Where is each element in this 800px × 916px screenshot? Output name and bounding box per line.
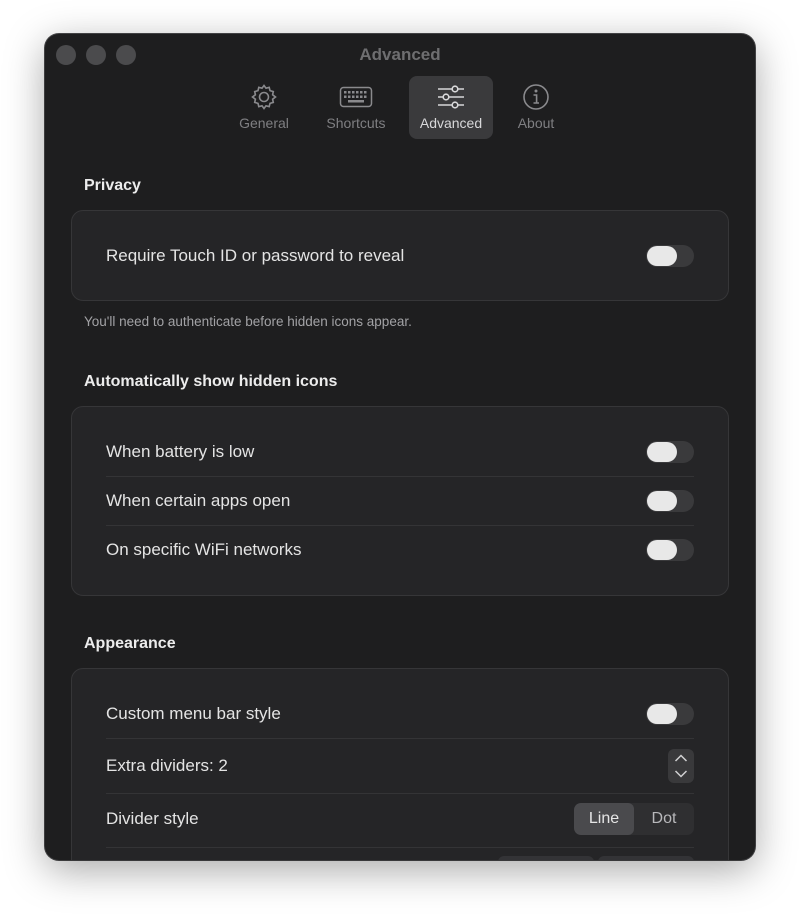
keyboard-icon: [339, 82, 373, 112]
row-divider: [106, 525, 694, 526]
auto-show-group: When battery is low When certain apps op…: [71, 406, 729, 596]
section-title-auto-show: Automatically show hidden icons: [84, 373, 338, 390]
tab-label: About: [517, 115, 555, 131]
row-label: Custom menu bar style: [106, 704, 281, 723]
toggle-knob: [647, 442, 677, 462]
privacy-group: Require Touch ID or password to reveal: [71, 210, 729, 301]
row-divider: [106, 738, 694, 739]
row-label: On specific WiFi networks: [106, 540, 302, 559]
row-require-touch-id: Require Touch ID or password to reveal: [106, 235, 694, 277]
section-title-privacy: Privacy: [84, 177, 141, 194]
row-extra-dividers: Extra dividers: 2: [106, 743, 694, 789]
tab-general[interactable]: General: [225, 76, 303, 139]
tab-advanced[interactable]: Advanced: [409, 76, 493, 139]
appearance-group: Custom menu bar style Extra dividers: 2 …: [71, 668, 729, 860]
row-divider: [106, 476, 694, 477]
sliders-icon: [436, 82, 466, 112]
tab-about[interactable]: About: [497, 76, 575, 139]
chevron-down-icon[interactable]: [674, 767, 688, 781]
battery-low-toggle[interactable]: [646, 441, 694, 463]
privacy-caption: You'll need to authenticate before hidde…: [84, 314, 412, 329]
info-icon: [521, 82, 551, 112]
row-label: When certain apps open: [106, 491, 291, 510]
custom-style-toggle[interactable]: [646, 703, 694, 725]
tab-shortcuts[interactable]: Shortcuts: [307, 76, 405, 139]
row-wifi-networks: On specific WiFi networks: [106, 529, 694, 571]
segment-line[interactable]: Line: [574, 803, 634, 835]
settings-content[interactable]: Privacy Require Touch ID or password to …: [45, 146, 755, 860]
row-label: Require Touch ID or password to reveal: [106, 246, 405, 265]
toggle-knob: [647, 540, 677, 560]
row-divider: [106, 793, 694, 794]
preferences-window: Advanced General Shortcuts Advanced Abou…: [45, 34, 755, 860]
next-row-control: [106, 856, 694, 860]
row-battery-low: When battery is low: [106, 431, 694, 473]
gear-icon: [249, 82, 279, 112]
require-touch-id-toggle[interactable]: [646, 245, 694, 267]
preferences-toolbar: General Shortcuts Advanced About: [45, 76, 755, 139]
row-label: Divider style: [106, 809, 199, 828]
window-title: Advanced: [359, 45, 441, 64]
row-label: When battery is low: [106, 442, 255, 461]
chevron-up-icon[interactable]: [674, 751, 688, 765]
divider-style-segmented: Line Dot: [574, 803, 694, 835]
tab-label: General: [239, 115, 289, 131]
row-custom-style: Custom menu bar style: [106, 693, 694, 735]
tab-label: Shortcuts: [326, 115, 386, 131]
partial-control: [598, 856, 694, 860]
segment-dot[interactable]: Dot: [634, 803, 694, 835]
partial-control: [498, 856, 594, 860]
row-certain-apps: When certain apps open: [106, 480, 694, 522]
extra-dividers-stepper[interactable]: [668, 749, 694, 783]
toggle-knob: [647, 246, 677, 266]
row-divider: [106, 847, 694, 848]
tab-label: Advanced: [419, 115, 483, 131]
section-title-appearance: Appearance: [84, 635, 176, 652]
toggle-knob: [647, 491, 677, 511]
row-divider-style: Divider style Line Dot: [106, 798, 694, 840]
wifi-networks-toggle[interactable]: [646, 539, 694, 561]
row-label: Extra dividers: 2: [106, 756, 228, 775]
certain-apps-toggle[interactable]: [646, 490, 694, 512]
toggle-knob: [647, 704, 677, 724]
